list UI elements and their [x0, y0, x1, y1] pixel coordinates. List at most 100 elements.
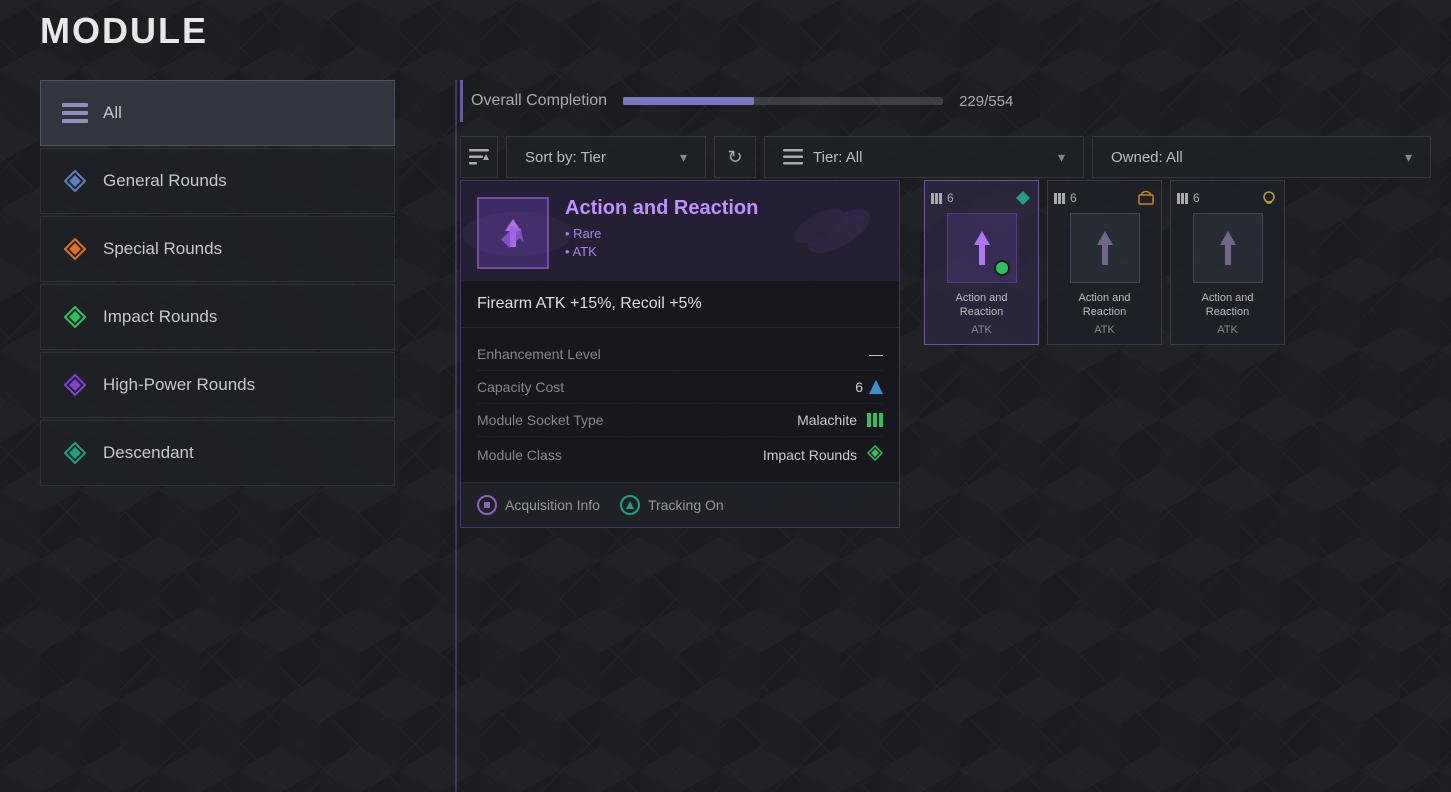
- refresh-icon: ↻: [727, 147, 742, 168]
- sidebar-item-impact-rounds[interactable]: Impact Rounds: [40, 284, 395, 350]
- sidebar-item-general-rounds[interactable]: General Rounds: [40, 148, 395, 214]
- sidebar-item-all[interactable]: All: [40, 80, 395, 146]
- completion-count: 229/554: [959, 93, 1013, 110]
- tier-filter-button[interactable]: Tier: All: [764, 136, 1084, 178]
- sidebar-item-high-power-rounds[interactable]: High-Power Rounds: [40, 352, 395, 418]
- module-class-text: Impact Rounds: [763, 447, 857, 463]
- capacity-number: 6: [855, 379, 863, 395]
- acquisition-info-label: Acquisition Info: [505, 497, 600, 513]
- sort-chevron-icon: [680, 149, 687, 166]
- card-top-row-1: 6: [1054, 189, 1155, 207]
- card-module-name-2: Action andReaction: [1202, 291, 1254, 320]
- stat-label-module-class: Module Class: [477, 447, 562, 463]
- card-top-icon-0: [1014, 189, 1032, 207]
- sidebar-item-special-rounds-label: Special Rounds: [103, 239, 222, 259]
- refresh-button[interactable]: ↻: [714, 136, 756, 178]
- layers-icon: [61, 99, 89, 127]
- main-content: Overall Completion 229/554 Sort by: Tier: [460, 80, 1431, 192]
- stat-label-capacity: Capacity Cost: [477, 379, 564, 395]
- card-img-area-1: [1070, 213, 1140, 283]
- stat-label-socket: Module Socket Type: [477, 412, 604, 428]
- tracking-on-button[interactable]: Tracking On: [620, 495, 724, 515]
- owned-chevron-icon: [1405, 149, 1412, 166]
- card-tier-1: 6: [1054, 191, 1077, 205]
- acquisition-info-button[interactable]: Acquisition Info: [477, 495, 600, 515]
- card-img-area-2: [1193, 213, 1263, 283]
- malachite-icon: [867, 413, 883, 427]
- module-title-area: Action and Reaction • Rare • ATK: [565, 197, 883, 259]
- card-top-row-2: 6: [1177, 189, 1278, 207]
- stat-row-capacity: Capacity Cost 6: [477, 371, 883, 404]
- progress-bar-fill: [623, 97, 754, 105]
- sidebar-separator: [455, 80, 457, 792]
- module-actions: Acquisition Info Tracking On: [461, 483, 899, 527]
- sidebar-item-high-power-rounds-label: High-Power Rounds: [103, 375, 255, 395]
- module-card-2[interactable]: 6: [1170, 180, 1285, 345]
- general-rounds-icon: [61, 167, 89, 195]
- stat-row-module-class: Module Class Impact Rounds: [477, 437, 883, 472]
- sidebar-item-special-rounds[interactable]: Special Rounds: [40, 216, 395, 282]
- stat-label-enhancement: Enhancement Level: [477, 346, 601, 362]
- owned-filter-button[interactable]: Owned: All: [1092, 136, 1431, 178]
- stat-value-socket: Malachite: [797, 412, 883, 428]
- module-card-0[interactable]: 6 Action andReaction ATK: [924, 180, 1039, 345]
- module-stats: Enhancement Level — Capacity Cost 6 Modu…: [461, 328, 899, 483]
- completion-bar-container: Overall Completion 229/554: [460, 80, 1431, 122]
- sidebar-item-descendant[interactable]: Descendant: [40, 420, 395, 486]
- sidebar-item-general-rounds-label: General Rounds: [103, 171, 227, 191]
- module-icon-box: [477, 197, 549, 269]
- card-tier-2: 6: [1177, 191, 1200, 205]
- card-top-icon-1: [1137, 189, 1155, 207]
- module-detail-card: Action and Reaction • Rare • ATK Firearm…: [460, 180, 900, 528]
- owned-label: Owned: All: [1111, 149, 1183, 166]
- card-tier-number-1: 6: [1070, 191, 1077, 205]
- sidebar: All General Rounds Special Rounds: [40, 80, 395, 486]
- progress-bar-background: [623, 97, 943, 105]
- tracking-on-label: Tracking On: [648, 497, 724, 513]
- card-img-area-0: [947, 213, 1017, 283]
- sidebar-item-descendant-label: Descendant: [103, 443, 194, 463]
- stat-value-capacity: 6: [855, 379, 883, 395]
- module-icon: [491, 211, 535, 255]
- card-module-name-0: Action andReaction: [956, 291, 1008, 320]
- module-effect: Firearm ATK +15%, Recoil +5%: [461, 281, 899, 328]
- module-header: Action and Reaction • Rare • ATK: [461, 181, 899, 281]
- card-tier-number-2: 6: [1193, 191, 1200, 205]
- sidebar-item-impact-rounds-label: Impact Rounds: [103, 307, 217, 327]
- stat-value-module-class: Impact Rounds: [763, 445, 883, 464]
- tier-label: Tier: All: [813, 149, 862, 166]
- stat-row-enhancement: Enhancement Level —: [477, 338, 883, 371]
- impact-rounds-icon: [61, 303, 89, 331]
- impact-rounds-icon-small: [867, 445, 883, 464]
- card-module-name-1: Action andReaction: [1079, 291, 1131, 320]
- stat-value-enhancement: —: [869, 346, 883, 362]
- card-tag-0: ATK: [971, 324, 992, 336]
- tier-chevron-icon: [1058, 149, 1065, 166]
- card-top-icon-2: [1260, 189, 1278, 207]
- card-tag-1: ATK: [1094, 324, 1115, 336]
- special-rounds-icon: [61, 235, 89, 263]
- socket-text: Malachite: [797, 412, 857, 428]
- card-top-row-0: 6: [931, 189, 1032, 207]
- tracking-on-icon: [620, 495, 640, 515]
- module-card-1[interactable]: 6 Action andReaction ATK: [1047, 180, 1162, 345]
- module-name: Action and Reaction: [565, 197, 883, 220]
- descendant-icon: [61, 439, 89, 467]
- page-title: Module: [40, 10, 208, 52]
- sort-direction-button[interactable]: [460, 136, 498, 178]
- card-tier-number-0: 6: [947, 191, 954, 205]
- stat-row-socket: Module Socket Type Malachite: [477, 404, 883, 437]
- sidebar-item-all-label: All: [103, 103, 122, 123]
- filter-row: Sort by: Tier ↻ Tier: All Owned: All: [460, 136, 1431, 178]
- acquisition-info-icon: [477, 495, 497, 515]
- completion-label: Overall Completion: [471, 92, 607, 110]
- card-tag-2: ATK: [1217, 324, 1238, 336]
- high-power-rounds-icon: [61, 371, 89, 399]
- card-tier-0: 6: [931, 191, 954, 205]
- sort-by-button[interactable]: Sort by: Tier: [506, 136, 706, 178]
- sort-label: Sort by: Tier: [525, 149, 606, 166]
- card-equipped-dot-0: [994, 260, 1010, 276]
- module-rarity: • Rare: [565, 226, 883, 241]
- module-cards-area: 6 Action andReaction ATK: [924, 180, 1285, 345]
- module-class-tag: • ATK: [565, 244, 883, 259]
